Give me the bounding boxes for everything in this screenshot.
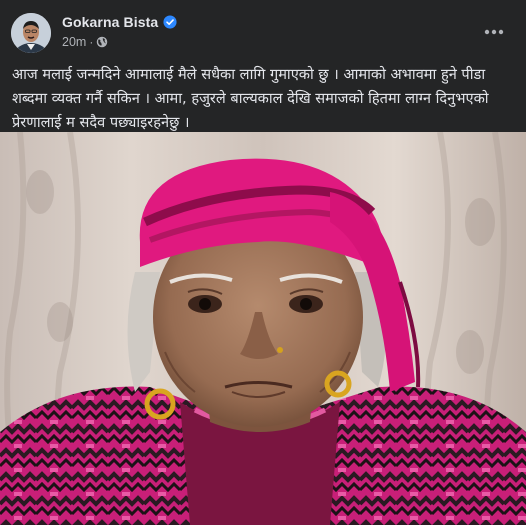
post-photo[interactable] (0, 132, 526, 525)
globe-icon[interactable] (96, 36, 108, 48)
author-name[interactable]: Gokarna Bista (62, 14, 158, 30)
facebook-post: Gokarna Bista 20m · आज मलाई जन्मदिने आमा… (0, 0, 526, 525)
post-timestamp[interactable]: 20m (62, 35, 86, 49)
post-header: Gokarna Bista 20m · (0, 0, 526, 62)
author-line: Gokarna Bista (62, 14, 177, 30)
post-meta: 20m · (62, 35, 108, 49)
more-options-icon[interactable] (480, 18, 508, 46)
author-avatar[interactable] (11, 13, 51, 53)
verified-badge-icon (163, 15, 177, 29)
meta-separator: · (89, 35, 94, 49)
post-body-text: आज मलाई जन्मदिने आमालाई मैले सधैका लागि … (12, 66, 489, 131)
